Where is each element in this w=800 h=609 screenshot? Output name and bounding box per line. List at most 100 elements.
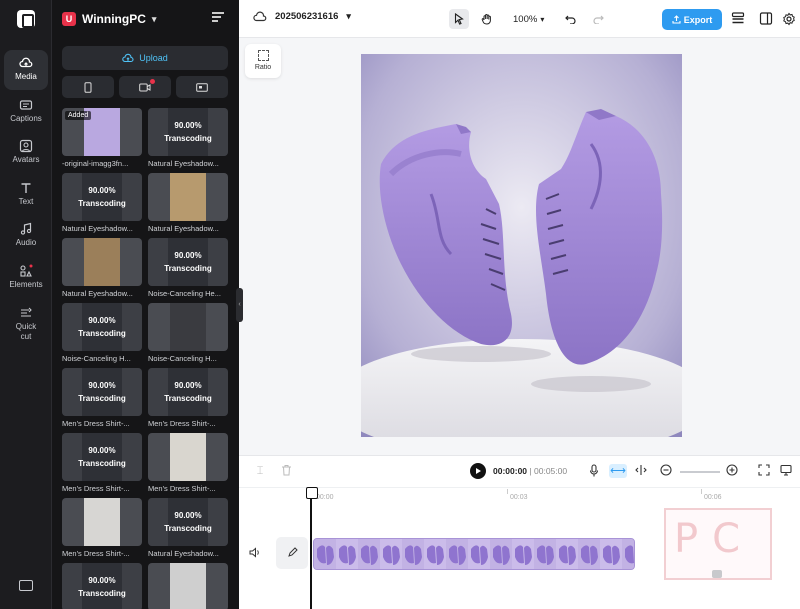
workspace-name: WinningPC [82, 12, 146, 26]
media-card[interactable] [148, 563, 228, 609]
project-title[interactable]: 202506231616 ▾ [253, 11, 351, 22]
clip-frame [622, 539, 634, 569]
rail-item-text[interactable]: Text [4, 175, 48, 215]
media-card[interactable]: 90.00% Transcoding Natural Eyeshadow... [148, 108, 228, 168]
export-button[interactable]: Export [662, 9, 722, 30]
media-card[interactable]: 90.00% Transcoding Men's Dress Shirt-... [148, 368, 228, 428]
sort-menu-icon[interactable] [212, 12, 224, 22]
media-caption: Natural Eyeshadow... [62, 289, 133, 298]
rail-item-avatars[interactable]: Avatars [4, 133, 48, 173]
media-card[interactable]: Natural Eyeshadow... [148, 173, 228, 233]
transcoding-percent: 90.00% [88, 576, 116, 585]
media-card[interactable]: 90.00% Transcoding Natural Eyeshadow... [148, 498, 228, 558]
transcoding-status: 90.00% Transcoding [62, 444, 142, 470]
quick-cut-icon [19, 306, 33, 320]
redo-button[interactable] [588, 9, 608, 29]
hand-tool-button[interactable] [477, 9, 497, 29]
rail-item-elements[interactable]: Elements [4, 258, 48, 298]
filter-screen-button[interactable] [176, 76, 228, 98]
keyboard-icon[interactable] [19, 580, 33, 591]
music-note-icon [19, 222, 33, 236]
upload-button[interactable]: Upload [62, 46, 228, 70]
filter-video-button[interactable] [119, 76, 171, 98]
transcoding-thumbnail: 90.00% Transcoding [148, 238, 228, 286]
clip-frame [578, 539, 600, 569]
pencil-icon [287, 547, 298, 557]
zoom-in-icon[interactable] [725, 464, 739, 478]
microphone-icon[interactable] [587, 464, 601, 478]
media-caption: Men's Dress Shirt-... [62, 484, 130, 493]
clip-frame [556, 539, 578, 569]
media-caption: Men's Dress Shirt-... [148, 484, 216, 493]
clip-frame [336, 539, 358, 569]
watermark-text: PC [674, 516, 755, 562]
zoom-select[interactable]: 100% ▾ [513, 14, 544, 25]
clip-frame [600, 539, 622, 569]
media-card[interactable]: 90.00% Transcoding Noise-Canceling He... [148, 238, 228, 298]
clip-frame [534, 539, 556, 569]
media-card[interactable]: 90.00% Transcoding Men's Dress Shirt-... [62, 433, 142, 493]
split-icon[interactable] [634, 464, 648, 478]
zoom-out-icon[interactable] [659, 464, 673, 478]
caption-preview-icon[interactable] [779, 464, 793, 478]
transcoding-status: 90.00% Transcoding [62, 574, 142, 600]
media-card[interactable]: Men's Dress Shirt-... [148, 433, 228, 493]
filter-phone-button[interactable] [62, 76, 114, 98]
ratio-label: Ratio [254, 64, 272, 71]
undo-button[interactable] [560, 9, 580, 29]
transcoding-status: 90.00% Transcoding [62, 379, 142, 405]
media-card[interactable]: 90.00% Transcoding [62, 563, 142, 609]
settings-icon[interactable] [782, 12, 796, 26]
transcoding-status: 90.00% Transcoding [148, 509, 228, 535]
phone-icon [84, 81, 92, 93]
clip-frame [358, 539, 380, 569]
rail-item-media[interactable]: Media [4, 50, 48, 90]
edit-cover-button[interactable] [276, 537, 308, 569]
preview-canvas[interactable] [361, 54, 682, 437]
split-view-icon[interactable] [759, 12, 773, 25]
app-logo-icon[interactable] [17, 10, 35, 28]
media-card[interactable]: 90.00% Transcoding Noise-Canceling H... [62, 303, 142, 363]
media-card[interactable]: Added -original-imagg3fn... [62, 108, 142, 168]
layers-icon[interactable] [731, 12, 745, 25]
timecode: 00:00:00 | 00:05:00 [493, 466, 567, 476]
media-filter-bar [62, 76, 228, 98]
total-duration: 00:05:00 [534, 466, 568, 476]
rail-item-audio[interactable]: Audio [4, 216, 48, 256]
time-ruler[interactable]: 00:00 00:03 00:06 [239, 487, 800, 505]
volume-icon[interactable] [249, 547, 261, 561]
timeline-scroll-handle[interactable] [712, 570, 722, 578]
transcoding-status: 90.00% Transcoding [62, 314, 142, 340]
fit-screen-icon[interactable] [757, 464, 771, 478]
media-thumbnail [62, 498, 142, 546]
transcoding-label: Transcoding [78, 459, 126, 468]
split-clip-icon[interactable]: ⌶ [253, 464, 267, 478]
workspace-selector[interactable]: U WinningPC ▾ [62, 10, 156, 28]
transcoding-thumbnail: 90.00% Transcoding [62, 368, 142, 416]
playhead[interactable] [306, 487, 318, 609]
transcoding-status: 90.00% Transcoding [148, 379, 228, 405]
transcoding-label: Transcoding [78, 589, 126, 598]
rail-item-captions[interactable]: Captions [4, 92, 48, 132]
ratio-button[interactable]: Ratio [245, 44, 281, 78]
media-card[interactable]: Men's Dress Shirt-... [62, 498, 142, 558]
rail-label-text: Text [18, 197, 34, 206]
delete-icon[interactable] [279, 464, 293, 478]
magnet-snap-icon[interactable]: ⟷ [609, 464, 627, 478]
media-thumbnail [148, 433, 228, 481]
media-card[interactable]: Natural Eyeshadow... [62, 238, 142, 298]
clip-frame [468, 539, 490, 569]
transcoding-percent: 90.00% [174, 511, 202, 520]
chevron-down-icon: ▾ [346, 11, 351, 21]
play-button[interactable] [470, 463, 486, 479]
zoom-value: 100% [513, 13, 538, 25]
video-clip[interactable] [313, 538, 635, 570]
select-tool-button[interactable] [449, 9, 469, 29]
collapse-panel-handle[interactable]: ‹ [236, 288, 243, 322]
rail-item-quick-cut[interactable]: Quick cut [4, 300, 48, 344]
zoom-slider[interactable] [680, 471, 720, 473]
media-card[interactable]: 90.00% Transcoding Natural Eyeshadow... [62, 173, 142, 233]
media-card[interactable]: Noise-Canceling H... [148, 303, 228, 363]
media-card[interactable]: 90.00% Transcoding Men's Dress Shirt-... [62, 368, 142, 428]
media-thumbnail: Added [62, 108, 142, 156]
